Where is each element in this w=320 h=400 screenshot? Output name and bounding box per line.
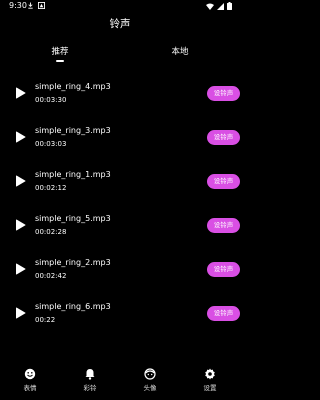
- set-ringtone-button[interactable]: 设铃声: [207, 306, 240, 321]
- song-duration: 00:03:30: [35, 96, 67, 104]
- nav-item-ringtone[interactable]: 彩铃: [70, 365, 110, 400]
- status-time: 9:30: [9, 1, 27, 10]
- list-item[interactable]: simple_ring_4.mp3 00:03:30 设铃声: [0, 75, 240, 119]
- battery-icon: [227, 2, 232, 10]
- nav-label: 设置: [203, 384, 217, 392]
- status-right-icons: [206, 2, 232, 10]
- ringtone-list: simple_ring_4.mp3 00:03:30 设铃声 simple_ri…: [0, 75, 240, 339]
- nav-label: 表情: [23, 384, 37, 392]
- status-bar: 9:30: [0, 0, 240, 12]
- gear-icon: [205, 368, 215, 380]
- nav-label: 彩铃: [83, 384, 97, 392]
- smiley-icon: [24, 368, 36, 380]
- set-ringtone-button[interactable]: 设铃声: [207, 86, 240, 101]
- notification-icon: [38, 2, 45, 9]
- song-duration: 00:22: [35, 316, 56, 324]
- song-duration: 00:03:03: [35, 140, 67, 148]
- song-name: simple_ring_5.mp3: [35, 214, 111, 223]
- play-icon[interactable]: [15, 175, 26, 187]
- set-ringtone-button[interactable]: 设铃声: [207, 130, 240, 145]
- song-name: simple_ring_1.mp3: [35, 170, 111, 179]
- song-name: simple_ring_2.mp3: [35, 258, 111, 267]
- song-name: simple_ring_4.mp3: [35, 82, 111, 91]
- signal-icon: [217, 2, 224, 10]
- list-item[interactable]: simple_ring_1.mp3 00:02:12 设铃声: [0, 163, 240, 207]
- list-item[interactable]: simple_ring_3.mp3 00:03:03 设铃声: [0, 119, 240, 163]
- set-ringtone-button[interactable]: 设铃声: [207, 174, 240, 189]
- song-duration: 00:02:12: [35, 184, 67, 192]
- tab-recommended[interactable]: 推荐: [51, 46, 68, 58]
- nav-item-emoji[interactable]: 表情: [10, 365, 50, 400]
- nav-item-avatar[interactable]: 头像: [130, 365, 170, 400]
- tab-bar: 推荐 本地: [0, 46, 240, 68]
- play-icon[interactable]: [15, 307, 26, 319]
- play-icon[interactable]: [15, 219, 26, 231]
- play-icon[interactable]: [15, 263, 26, 275]
- list-item[interactable]: simple_ring_5.mp3 00:02:28 设铃声: [0, 207, 240, 251]
- nav-item-settings[interactable]: 设置: [190, 365, 230, 400]
- list-item[interactable]: simple_ring_6.mp3 00:22 设铃声: [0, 295, 240, 339]
- set-ringtone-button[interactable]: 设铃声: [207, 218, 240, 233]
- wifi-icon: [206, 3, 214, 10]
- song-duration: 00:02:28: [35, 228, 67, 236]
- bottom-nav: 表情 彩铃 头像 设置: [0, 365, 240, 400]
- play-icon[interactable]: [15, 131, 26, 143]
- play-icon[interactable]: [15, 87, 26, 99]
- list-item[interactable]: simple_ring_2.mp3 00:02:42 设铃声: [0, 251, 240, 295]
- bell-icon: [85, 369, 95, 380]
- nav-label: 头像: [143, 384, 157, 392]
- download-icon: [28, 2, 33, 9]
- set-ringtone-button[interactable]: 设铃声: [207, 262, 240, 277]
- avatar-face-icon: [144, 368, 156, 380]
- tab-indicator: [56, 60, 64, 62]
- song-name: simple_ring_6.mp3: [35, 302, 111, 311]
- song-duration: 00:02:42: [35, 272, 67, 280]
- tab-local[interactable]: 本地: [171, 46, 188, 58]
- song-name: simple_ring_3.mp3: [35, 126, 111, 135]
- page-title: 铃声: [109, 18, 131, 30]
